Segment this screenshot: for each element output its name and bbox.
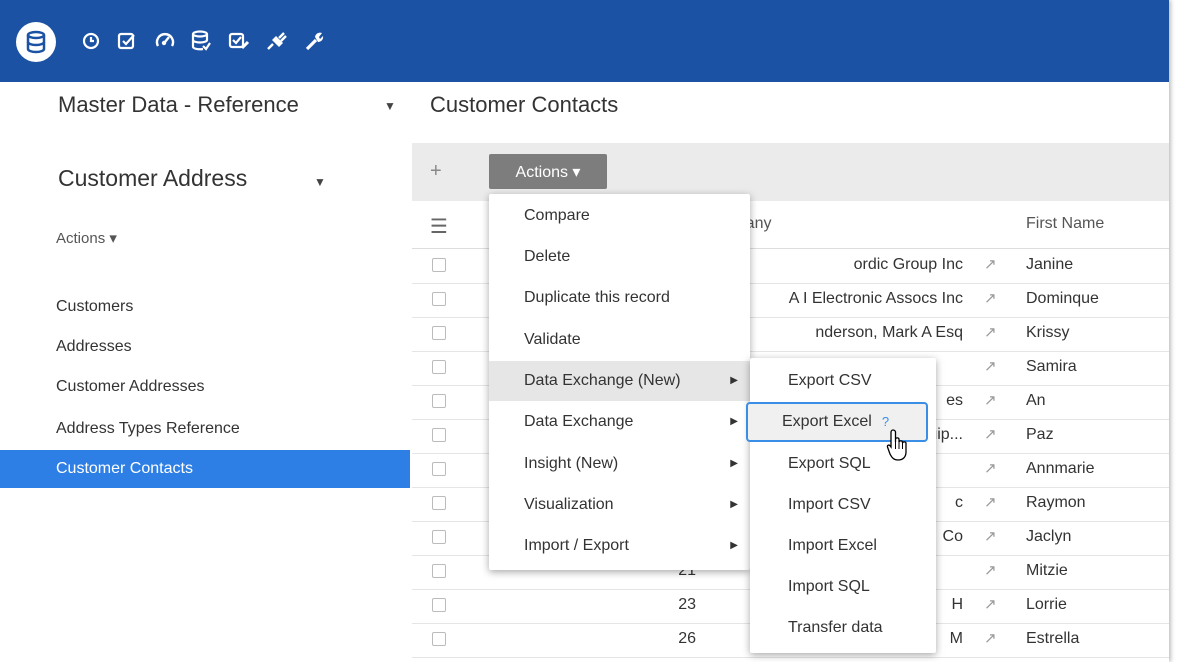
company-cell: nderson, Mark A Esq xyxy=(815,324,963,341)
hand-pointer-icon xyxy=(886,428,912,467)
row-checkbox[interactable] xyxy=(432,462,446,476)
hamburger-menu-icon[interactable]: ☰ xyxy=(430,214,448,239)
external-link-icon[interactable]: ↗ xyxy=(984,595,997,613)
menu-item-delete[interactable]: Delete xyxy=(489,237,750,277)
row-checkbox[interactable] xyxy=(432,292,446,306)
row-checkbox[interactable] xyxy=(432,394,446,408)
checklist-icon[interactable] xyxy=(226,28,252,54)
company-cell: ordic Group Inc xyxy=(853,256,963,273)
caret-right-icon: ▶ xyxy=(730,375,738,386)
submenu-item-export-csv[interactable]: Export CSV xyxy=(750,361,936,401)
help-icon[interactable]: ? xyxy=(882,414,889,429)
add-record-button[interactable]: + xyxy=(430,160,442,183)
row-checkbox[interactable] xyxy=(432,530,446,544)
sidebar-item-customer-addresses[interactable]: Customer Addresses xyxy=(0,368,410,406)
row-checkbox[interactable] xyxy=(432,360,446,374)
external-link-icon[interactable]: ↗ xyxy=(984,629,997,647)
table-row[interactable]: 27Wolf, Warren R Esq↗Dwayne xyxy=(412,657,1169,662)
external-link-icon[interactable]: ↗ xyxy=(984,255,997,273)
external-link-icon[interactable]: ↗ xyxy=(984,323,997,341)
plug-icon[interactable] xyxy=(264,28,290,54)
page-title: Customer Contacts xyxy=(430,92,619,117)
company-cell: A I Electronic Assocs Inc xyxy=(788,290,963,307)
first-name-cell: Samira xyxy=(1026,358,1077,375)
first-name-cell: Lorrie xyxy=(1026,596,1067,613)
first-name-cell: Raymon xyxy=(1026,494,1086,511)
caret-right-icon: ▶ xyxy=(730,458,738,469)
external-link-icon[interactable]: ↗ xyxy=(984,391,997,409)
group-selector[interactable]: Customer Address xyxy=(58,165,247,192)
gauge-icon[interactable] xyxy=(152,28,178,54)
first-name-cell: Janine xyxy=(1026,256,1074,273)
menu-item-duplicate[interactable]: Duplicate this record xyxy=(489,278,750,318)
menu-item-validate[interactable]: Validate xyxy=(489,320,750,360)
sidebar-item-customer-contacts[interactable]: Customer Contacts xyxy=(0,450,410,488)
wrench-icon[interactable] xyxy=(302,28,328,54)
data-exchange-submenu: Export CSV Export Excel? Export SQL Impo… xyxy=(746,358,936,653)
clock-icon[interactable] xyxy=(78,28,104,54)
menu-item-compare[interactable]: Compare xyxy=(489,196,750,236)
row-checkbox[interactable] xyxy=(432,326,446,340)
first-name-cell: Jaclyn xyxy=(1026,528,1072,545)
submenu-item-import-excel[interactable]: Import Excel xyxy=(750,526,936,566)
submenu-item-transfer-data[interactable]: Transfer data xyxy=(750,608,936,648)
first-name-cell: An xyxy=(1026,392,1046,409)
submenu-item-import-csv[interactable]: Import CSV xyxy=(750,485,936,525)
left-actions-dropdown[interactable]: Actions ▾ xyxy=(56,229,117,247)
row-number: 23 xyxy=(678,596,696,613)
menu-item-insight-new[interactable]: Insight (New) ▶ xyxy=(489,444,750,484)
app-window: Master Data - Reference ▼ Customer Addre… xyxy=(0,0,1169,662)
caret-right-icon: ▶ xyxy=(730,540,738,551)
database-icon[interactable] xyxy=(16,22,56,62)
menu-item-import-export[interactable]: Import / Export ▶ xyxy=(489,526,750,566)
external-link-icon[interactable]: ↗ xyxy=(984,357,997,375)
external-link-icon[interactable]: ↗ xyxy=(984,493,997,511)
caret-right-icon: ▶ xyxy=(730,416,738,427)
menu-item-data-exchange[interactable]: Data Exchange ▶ xyxy=(489,402,750,442)
first-name-cell: Mitzie xyxy=(1026,562,1068,579)
sidebar-item-address-types[interactable]: Address Types Reference xyxy=(0,410,410,448)
external-link-icon[interactable]: ↗ xyxy=(984,561,997,579)
first-name-cell: Paz xyxy=(1026,426,1054,443)
submenu-item-import-sql[interactable]: Import SQL xyxy=(750,567,936,607)
chevron-down-icon[interactable]: ▼ xyxy=(384,99,396,113)
chevron-down-icon[interactable]: ▼ xyxy=(314,175,326,189)
sidebar-item-addresses[interactable]: Addresses xyxy=(0,328,410,366)
row-checkbox[interactable] xyxy=(432,564,446,578)
external-link-icon[interactable]: ↗ xyxy=(984,527,997,545)
caret-right-icon: ▶ xyxy=(730,499,738,510)
checkbox-icon[interactable] xyxy=(114,28,140,54)
menu-item-data-exchange-new[interactable]: Data Exchange (New) ▶ xyxy=(489,361,750,401)
row-number: 26 xyxy=(678,630,696,647)
row-checkbox[interactable] xyxy=(432,632,446,646)
first-name-cell: Krissy xyxy=(1026,324,1070,341)
actions-menu: Compare Delete Duplicate this record Val… xyxy=(489,194,750,570)
menu-item-visualization[interactable]: Visualization ▶ xyxy=(489,485,750,525)
external-link-icon[interactable]: ↗ xyxy=(984,425,997,443)
row-checkbox[interactable] xyxy=(432,598,446,612)
stacked-database-icon[interactable] xyxy=(188,28,214,54)
row-checkbox[interactable] xyxy=(432,428,446,442)
external-link-icon[interactable]: ↗ xyxy=(984,459,997,477)
module-selector[interactable]: Master Data - Reference xyxy=(58,92,299,118)
row-checkbox[interactable] xyxy=(432,258,446,272)
first-name-cell: Annmarie xyxy=(1026,460,1095,477)
column-header-first-name[interactable]: First Name xyxy=(1026,215,1104,233)
sidebar-item-customers[interactable]: Customers xyxy=(0,288,410,326)
first-name-cell: Estrella xyxy=(1026,630,1080,647)
row-checkbox[interactable] xyxy=(432,496,446,510)
first-name-cell: Dominque xyxy=(1026,290,1099,307)
actions-button[interactable]: Actions ▾ xyxy=(489,154,607,189)
external-link-icon[interactable]: ↗ xyxy=(984,289,997,307)
